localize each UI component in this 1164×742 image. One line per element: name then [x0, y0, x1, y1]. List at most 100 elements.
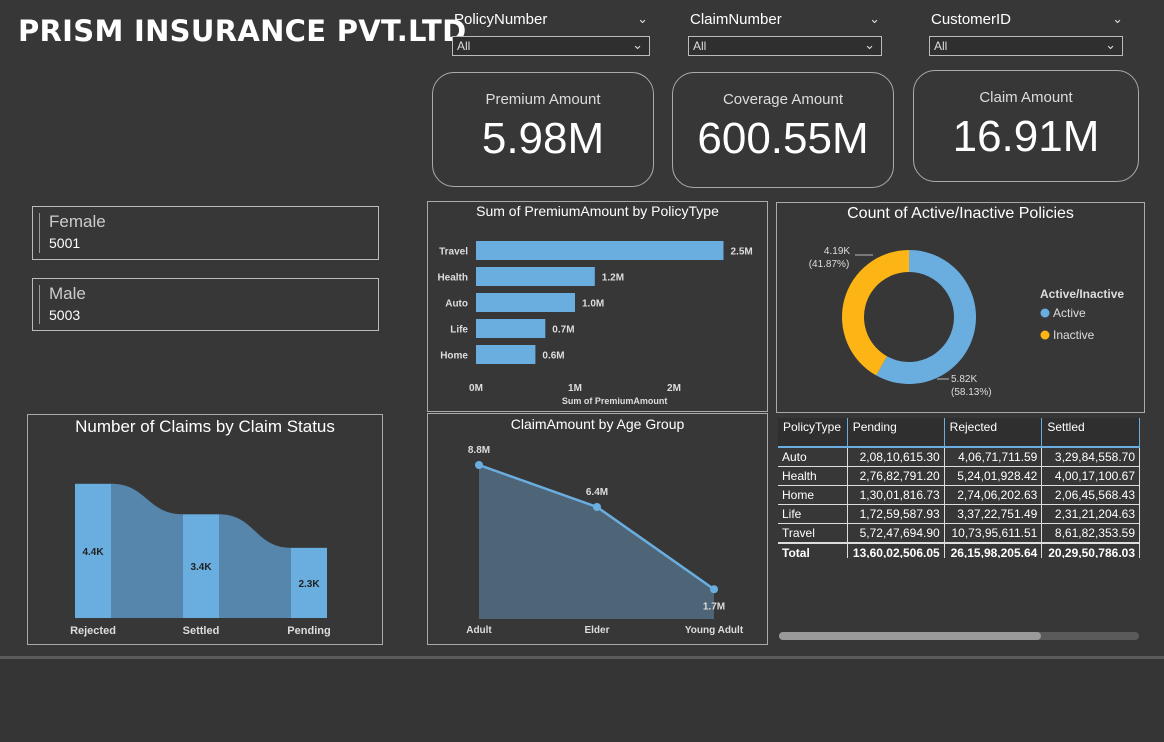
- point-data-label: 8.8M: [468, 445, 490, 456]
- kpi-value: 600.55M: [697, 114, 869, 163]
- matrix-row: Home 1,30,01,816.73 2,74,06,202.63 2,06,45,…: [778, 485, 1140, 505]
- matrix-cell: 26,15,98,205.64: [944, 542, 1043, 558]
- customer-id-dropdown[interactable]: All ⌄: [929, 36, 1123, 56]
- matrix-row: Auto 2,08,10,615.30 4,06,71,711.59 3,29,84,…: [778, 447, 1140, 467]
- horizontal-scrollbar[interactable]: [779, 632, 1139, 640]
- scrollbar-thumb[interactable]: [779, 632, 1041, 640]
- matrix-cell: 2,76,82,791.20: [847, 466, 945, 486]
- slicer-claim-number[interactable]: ClaimNumber ⌄ All ⌄: [688, 10, 882, 60]
- matrix-row-label: Travel: [778, 523, 848, 544]
- matrix-cell: 3,29,84,558.70: [1041, 447, 1140, 467]
- card-value: 5003: [49, 307, 81, 323]
- bar-data-label: 0.7M: [552, 325, 574, 336]
- card-male: Male 5003: [32, 278, 379, 331]
- x-category-label: Settled: [183, 625, 220, 637]
- card-label: Male: [49, 284, 86, 303]
- matrix-column-header[interactable]: Settled: [1041, 418, 1140, 448]
- area-point: [475, 461, 483, 469]
- matrix-cell: 20,29,50,786.03: [1041, 542, 1140, 558]
- x-tick-label: 2M: [667, 383, 681, 394]
- matrix-cell: 2,06,45,568.43: [1041, 485, 1140, 505]
- chevron-down-icon[interactable]: ⌄: [637, 11, 648, 27]
- status-ribbon: [111, 483, 183, 618]
- premium-bar: [476, 267, 595, 286]
- matrix-cell: 3,37,22,751.49: [944, 504, 1043, 524]
- matrix-row-label: Home: [778, 485, 848, 505]
- premium-by-policytype-chart: Sum of PremiumAmount by PolicyType Trave…: [427, 201, 768, 412]
- bar-data-label: 2.5M: [731, 247, 753, 258]
- chevron-down-icon: ⌄: [632, 37, 643, 52]
- legend-title: Active/Inactive: [1040, 287, 1124, 301]
- matrix-column-header[interactable]: Pending: [847, 418, 945, 448]
- kpi-value: 16.91M: [952, 112, 1100, 161]
- dropdown-value: All: [457, 39, 471, 53]
- matrix-cell: 1,30,01,816.73: [847, 485, 945, 505]
- chevron-down-icon[interactable]: ⌄: [869, 11, 880, 27]
- premium-bar: [476, 319, 546, 338]
- point-data-label: 1.7M: [703, 601, 725, 612]
- matrix-total-row: Total 13,60,02,506.05 26,15,98,205.64 20,29…: [778, 542, 1140, 558]
- claims-matrix: PolicyType Pending Rejected Settled Auto 2,0…: [778, 418, 1140, 558]
- x-tick-label: 1M: [568, 383, 582, 394]
- kpi-label: Claim Amount: [979, 89, 1073, 106]
- slicer-policy-number[interactable]: PolicyNumber ⌄ All ⌄: [452, 10, 652, 60]
- matrix-row-label: Total: [778, 542, 848, 558]
- bar-category-label: Auto: [445, 299, 468, 310]
- bar-category-label: Home: [440, 351, 468, 362]
- card-value: 5001: [49, 235, 81, 251]
- bar-data-label: 1.0M: [582, 299, 604, 310]
- x-category-label: Rejected: [70, 625, 116, 637]
- premium-bar: [476, 345, 536, 364]
- claims-by-status-chart: Number of Claims by Claim Status 4.4K Rej…: [27, 414, 383, 645]
- bar-category-label: Health: [437, 273, 468, 284]
- matrix-row-label: Health: [778, 466, 848, 486]
- x-category-label: Young Adult: [685, 625, 744, 636]
- bar-category-label: Travel: [439, 247, 468, 258]
- status-ribbon: [219, 514, 291, 618]
- legend-item-label: Inactive: [1053, 328, 1095, 342]
- slicer-customer-id[interactable]: CustomerID ⌄ All ⌄: [929, 10, 1125, 60]
- dropdown-value: All: [693, 39, 707, 53]
- area-svg: 8.8M Adult 6.4M Elder 1.7M Young Adult: [466, 445, 744, 636]
- matrix-row-label: Auto: [778, 447, 848, 467]
- matrix-cell: 5,72,47,694.90: [847, 523, 945, 544]
- matrix-column-header[interactable]: Rejected: [944, 418, 1043, 448]
- matrix-cell: 2,08,10,615.30: [847, 447, 945, 467]
- card-accent-line: [39, 213, 40, 253]
- matrix-table: PolicyType Pending Rejected Settled Auto 2,0…: [778, 418, 1140, 558]
- kpi-label: Coverage Amount: [722, 91, 844, 108]
- claim-number-dropdown[interactable]: All ⌄: [688, 36, 882, 56]
- matrix-column-header[interactable]: PolicyType: [778, 418, 848, 448]
- x-tick-label: 0M: [469, 383, 483, 394]
- matrix-cell: 2,31,21,204.63: [1041, 504, 1140, 524]
- report-title: PRISM INSURANCE PVT.LTD: [18, 14, 467, 48]
- donut-slice: [842, 250, 909, 376]
- bar-data-label: 1.2M: [602, 273, 624, 284]
- donut-data-percent: (41.87%): [809, 259, 850, 270]
- policy-number-dropdown[interactable]: All ⌄: [452, 36, 650, 56]
- kpi-claim-amount: Claim Amount 16.91M: [913, 70, 1139, 182]
- claim-by-agegroup-chart: ClaimAmount by Age Group 8.8M Adult 6.4M El…: [427, 413, 768, 645]
- donut-svg: 5.82K (58.13%) 4.19K (41.87%) Active/Inactiv…: [809, 246, 1125, 398]
- matrix-cell: 4,00,17,100.67: [1041, 466, 1140, 486]
- x-category-label: Pending: [287, 625, 330, 637]
- premium-bar-svg: Travel 2.5M Health 1.2M Auto 1.0M Life 0.7M Home…: [437, 241, 753, 406]
- matrix-cell: 8,61,82,353.59: [1041, 523, 1140, 544]
- donut-data-percent: (58.13%): [951, 387, 992, 398]
- kpi-label: Premium Amount: [485, 91, 601, 108]
- legend-marker: [1040, 308, 1050, 318]
- donut-data-label: 5.82K: [951, 374, 977, 385]
- dropdown-value: All: [934, 39, 948, 53]
- matrix-row: Travel 5,72,47,694.90 10,73,95,611.51 8,61,…: [778, 523, 1140, 544]
- matrix-cell: 1,72,59,587.93: [847, 504, 945, 524]
- area-point: [593, 503, 601, 511]
- chevron-down-icon[interactable]: ⌄: [1112, 11, 1123, 27]
- matrix-cell: 5,24,01,928.42: [944, 466, 1043, 486]
- ribbon-svg: 4.4K Rejected 3.4K Settled 2.3K Pending: [70, 483, 331, 637]
- matrix-cell: 2,74,06,202.63: [944, 485, 1043, 505]
- kpi-value: 5.98M: [481, 114, 605, 163]
- donut-data-label: 4.19K: [824, 246, 850, 257]
- bar-data-label: 3.4K: [190, 562, 212, 573]
- premium-bar: [476, 293, 575, 312]
- bar-category-label: Life: [450, 325, 468, 336]
